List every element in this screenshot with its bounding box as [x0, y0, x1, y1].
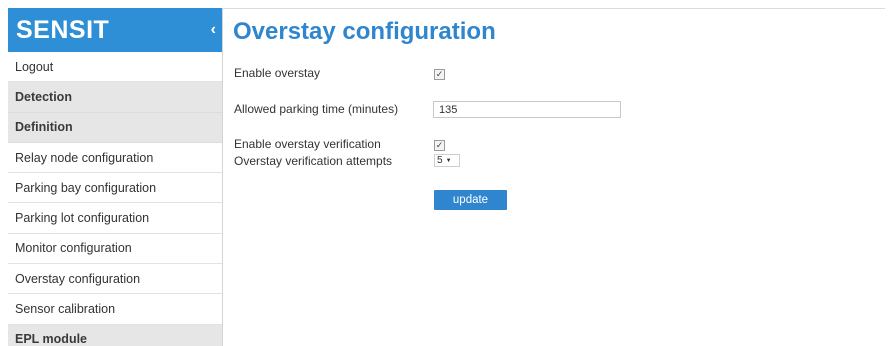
sidebar-group-label: EPL module [15, 332, 88, 346]
sidebar-item-label: Parking bay configuration [15, 180, 157, 195]
allowed-parking-time-input[interactable] [433, 101, 621, 118]
allowed-parking-time-label: Allowed parking time (minutes) [234, 102, 399, 116]
chevron-left-icon[interactable]: ‹ [211, 22, 216, 38]
sidebar-group-epl-module[interactable]: EPL module [8, 324, 222, 346]
sidebar-item-parking-bay-configuration[interactable]: Parking bay configuration [8, 173, 222, 204]
sidebar-item-label: Relay node configuration [15, 150, 154, 165]
enable-overstay-checkbox[interactable]: ✓ [434, 69, 445, 80]
sidebar-item-monitor-configuration[interactable]: Monitor configuration [8, 233, 222, 265]
sidebar-item-logout[interactable]: Logout [8, 52, 222, 83]
sidebar-group-detection[interactable]: Detection [8, 82, 222, 113]
sidebar-item-label: Logout [15, 59, 54, 74]
checkmark-icon: ✓ [435, 69, 444, 79]
header-divider [222, 8, 885, 9]
sidebar-item-overstay-configuration[interactable]: Overstay configuration [8, 264, 222, 295]
verification-attempts-value: 5 [437, 155, 443, 166]
sidebar-group-definition[interactable]: Definition [8, 112, 222, 143]
verification-attempts-label: Overstay verification attempts [234, 154, 393, 168]
page-title: Overstay configuration [233, 18, 496, 45]
sidebar-item-label: Sensor calibration [15, 302, 116, 317]
enable-verification-label: Enable overstay verification [234, 137, 381, 151]
update-button[interactable]: update [434, 190, 507, 210]
sidebar: SENSIT ‹ Logout Detection Definition Rel… [8, 8, 223, 346]
sidebar-item-parking-lot-configuration[interactable]: Parking lot configuration [8, 203, 222, 234]
brand-header: SENSIT ‹ [8, 8, 222, 52]
sidebar-item-sensor-calibration[interactable]: Sensor calibration [8, 294, 222, 325]
sidebar-item-label: Parking lot configuration [15, 211, 150, 226]
brand-title: SENSIT [16, 15, 110, 44]
caret-down-icon: ▼ [445, 157, 452, 164]
checkmark-icon: ✓ [435, 140, 444, 150]
verification-attempts-select[interactable]: 5 ▼ [434, 154, 460, 167]
sidebar-item-label: Overstay configuration [15, 271, 141, 286]
sidebar-group-label: Detection [15, 89, 72, 104]
sidebar-item-relay-node-configuration[interactable]: Relay node configuration [8, 142, 222, 174]
enable-verification-checkbox[interactable]: ✓ [434, 140, 445, 151]
enable-overstay-label: Enable overstay [234, 66, 321, 80]
sidebar-group-label: Definition [15, 120, 73, 135]
sidebar-item-label: Monitor configuration [15, 241, 132, 256]
